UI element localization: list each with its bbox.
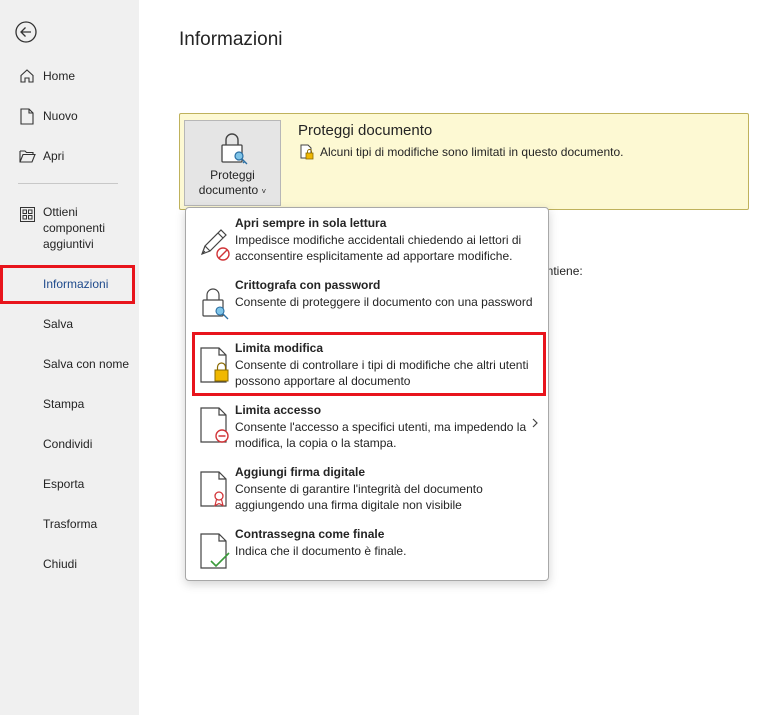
menu-item-read-only[interactable]: Apri sempre in sola lettura Impedisce mo… — [186, 216, 548, 268]
menu-item-title: Apri sempre in sola lettura — [235, 216, 387, 230]
nav-item-label: Home — [43, 69, 76, 83]
protect-card-desc-text: Alcuni tipi di modifiche sono limitati i… — [320, 145, 624, 159]
arrow-left-circle-icon[interactable] — [14, 20, 38, 44]
document-final-check-icon — [200, 533, 230, 569]
lock-key-icon — [202, 288, 229, 320]
chevron-down-icon: ˅ — [261, 187, 267, 196]
nav-item-label: Esporta — [43, 477, 85, 491]
nav-item-label: Nuovo — [43, 109, 78, 123]
sidebar-divider — [18, 183, 118, 184]
protect-button-line2: documento ˅ — [198, 183, 267, 197]
backstage-sidebar: Home Nuovo Apri Ottieni componenti aggiu… — [0, 0, 139, 715]
menu-item-desc: Indica che il documento è finale. — [235, 544, 407, 558]
document-lock-icon — [200, 347, 229, 383]
menu-item-title: Limita modifica — [235, 341, 324, 355]
menu-item-title: Contrassegna come finale — [235, 527, 385, 541]
home-icon — [18, 67, 36, 85]
protect-document-menu: Apri sempre in sola lettura Impedisce mo… — [185, 207, 549, 581]
nav-item-label: Apri — [43, 149, 65, 163]
protect-button-label: Proteggi documento ˅ — [199, 168, 266, 199]
nav-item-print[interactable]: Stampa — [0, 387, 139, 421]
nav-item-addins[interactable]: Ottieni componenti aggiuntivi — [0, 200, 139, 256]
menu-item-title: Limita accesso — [235, 403, 322, 417]
nav-item-close[interactable]: Chiudi — [0, 547, 139, 581]
nav-item-new[interactable]: Nuovo — [0, 99, 139, 133]
nav-item-label: Informazioni — [43, 277, 109, 291]
menu-item-title: Aggiungi firma digitale — [235, 465, 366, 479]
nav-item-transform[interactable]: Trasforma — [0, 507, 139, 541]
protect-card-title: Proteggi documento — [298, 122, 433, 139]
menu-item-title: Crittografa con password — [235, 278, 381, 292]
menu-item-desc: Consente l'accesso a specifici utenti, m… — [235, 420, 527, 450]
nav-item-label: Chiudi — [43, 557, 78, 571]
grid-addins-icon — [18, 205, 36, 223]
nav-item-share[interactable]: Condividi — [0, 427, 139, 461]
nav-item-export[interactable]: Esporta — [0, 467, 139, 501]
menu-item-desc: Consente di garantire l'integrità del do… — [235, 482, 483, 512]
nav-item-open[interactable]: Apri — [0, 139, 139, 173]
menu-item-restrict-access[interactable]: Limita accesso Consente l'accesso a spec… — [186, 403, 548, 455]
nav-item-label: Salva — [43, 317, 74, 331]
document-lock-icon — [300, 144, 314, 160]
menu-item-desc: Consente di controllare i tipi di modifi… — [235, 358, 529, 388]
menu-item-desc: Impedisce modifiche accidentali chiedend… — [235, 233, 522, 263]
pencil-no-edit-icon — [200, 229, 230, 261]
document-restrict-icon — [200, 407, 229, 443]
new-document-icon — [18, 107, 36, 125]
nav-item-label: Trasforma — [43, 517, 98, 531]
nav-item-label: Ottieni componenti aggiuntivi — [43, 205, 106, 251]
menu-item-digital-signature[interactable]: Aggiungi firma digitale Consente di gara… — [186, 465, 548, 517]
menu-item-desc: Consente di proteggere il documento con … — [235, 295, 533, 309]
nav-item-save[interactable]: Salva — [0, 307, 139, 341]
menu-item-encrypt-password[interactable]: Crittografa con password Consente di pro… — [186, 278, 548, 330]
document-signature-icon — [200, 471, 227, 507]
protect-button-line1: Proteggi — [210, 168, 255, 182]
nav-item-label: Salva con nome — [43, 357, 130, 371]
folder-open-icon — [18, 147, 36, 165]
lock-key-icon — [220, 133, 247, 165]
protect-card-description: Alcuni tipi di modifiche sono limitati i… — [300, 144, 624, 160]
nav-item-label: Condividi — [43, 437, 93, 451]
nav-item-label: Stampa — [43, 397, 85, 411]
nav-item-save-as[interactable]: Salva con nome — [0, 347, 139, 381]
menu-item-restrict-editing[interactable]: Limita modifica Consente di controllare … — [186, 341, 548, 393]
menu-item-mark-final[interactable]: Contrassegna come finale Indica che il d… — [186, 527, 548, 575]
page-title: Informazioni — [179, 29, 283, 50]
nav-item-home[interactable]: Home — [0, 59, 139, 93]
protect-document-button[interactable]: Proteggi documento ˅ — [184, 120, 281, 206]
chevron-right-icon — [532, 418, 538, 428]
nav-item-info[interactable]: Informazioni — [0, 267, 139, 301]
